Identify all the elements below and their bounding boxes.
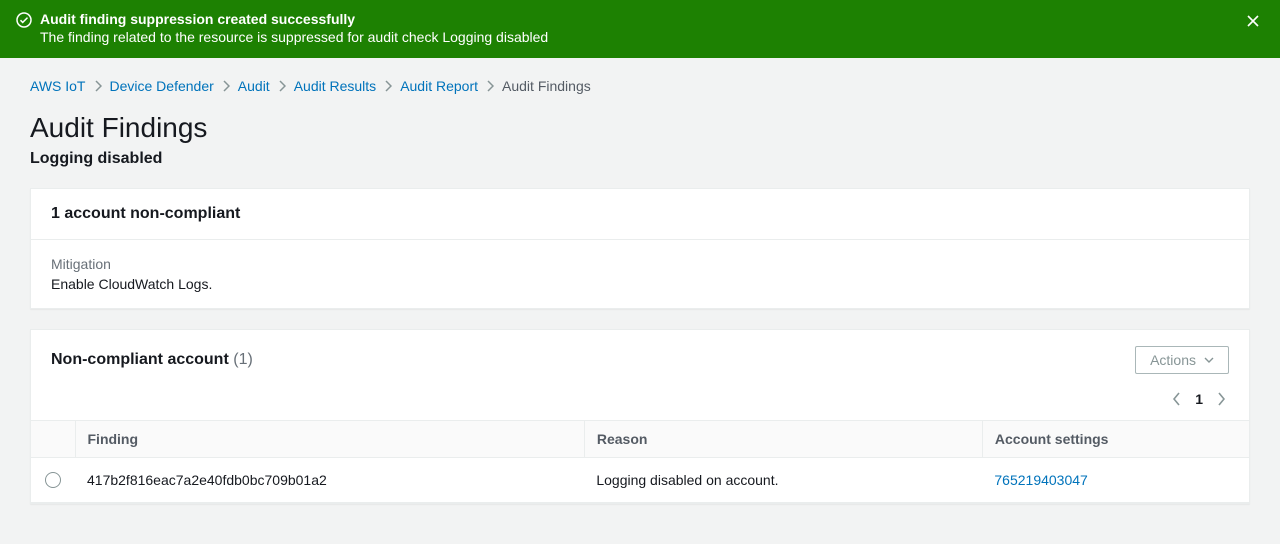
breadcrumb-link-audit-report[interactable]: Audit Report — [400, 78, 478, 94]
chevron-left-icon — [1173, 392, 1181, 406]
column-select — [31, 420, 75, 457]
flash-title: Audit finding suppression created succes… — [40, 10, 1242, 28]
mitigation-label: Mitigation — [51, 256, 1229, 272]
table-row[interactable]: 417b2f816eac7a2e40fdb0bc709b01a2 Logging… — [31, 457, 1249, 502]
breadcrumb-link-aws-iot[interactable]: AWS IoT — [30, 78, 86, 94]
actions-button-label: Actions — [1150, 352, 1196, 368]
summary-heading: 1 account non-compliant — [31, 189, 1249, 240]
caret-down-icon — [1204, 357, 1214, 363]
chevron-right-icon — [384, 80, 392, 92]
findings-table: Finding Reason Account settings 417b2f81… — [31, 420, 1249, 503]
flash-banner: Audit finding suppression created succes… — [0, 0, 1280, 58]
breadcrumb-current: Audit Findings — [502, 78, 591, 94]
findings-section-title: Non-compliant account (1) — [51, 351, 253, 369]
breadcrumb-link-audit[interactable]: Audit — [238, 78, 270, 94]
pagination-prev-button[interactable] — [1169, 388, 1185, 410]
account-link[interactable]: 765219403047 — [994, 472, 1087, 488]
actions-button[interactable]: Actions — [1135, 346, 1229, 374]
pagination: 1 — [31, 382, 1249, 420]
chevron-right-icon — [278, 80, 286, 92]
cell-finding: 417b2f816eac7a2e40fdb0bc709b01a2 — [75, 457, 584, 502]
breadcrumb-link-device-defender[interactable]: Device Defender — [110, 78, 214, 94]
cell-reason: Logging disabled on account. — [584, 457, 982, 502]
breadcrumb-link-audit-results[interactable]: Audit Results — [294, 78, 376, 94]
chevron-right-icon — [94, 80, 102, 92]
pagination-next-button[interactable] — [1213, 388, 1229, 410]
mitigation-value: Enable CloudWatch Logs. — [51, 276, 1229, 292]
close-icon — [1246, 14, 1260, 28]
chevron-right-icon — [1217, 392, 1225, 406]
row-radio[interactable] — [45, 472, 61, 488]
summary-panel: 1 account non-compliant Mitigation Enabl… — [30, 188, 1250, 309]
pagination-page-number: 1 — [1195, 391, 1203, 407]
chevron-right-icon — [486, 80, 494, 92]
page-title: Audit Findings — [30, 112, 1250, 144]
column-account-settings[interactable]: Account settings — [982, 420, 1249, 457]
success-icon — [16, 12, 32, 28]
findings-panel: Non-compliant account (1) Actions 1 — [30, 329, 1250, 504]
breadcrumb: AWS IoT Device Defender Audit Audit Resu… — [30, 78, 1250, 94]
column-reason[interactable]: Reason — [584, 420, 982, 457]
column-finding[interactable]: Finding — [75, 420, 584, 457]
flash-close-button[interactable] — [1242, 10, 1264, 32]
page-subtitle: Logging disabled — [30, 150, 1250, 168]
flash-description: The finding related to the resource is s… — [40, 28, 1242, 48]
chevron-right-icon — [222, 80, 230, 92]
